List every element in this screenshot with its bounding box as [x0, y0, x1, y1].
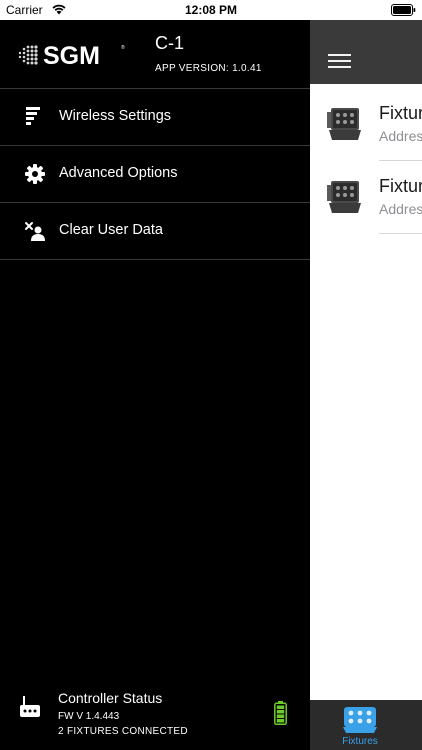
hamburger-menu-icon[interactable]: [328, 54, 352, 70]
divider: [0, 259, 310, 260]
drawer-header: SGM ® C-1 APP VERSION: 1.0.41: [0, 20, 310, 88]
menu-item-wireless-settings[interactable]: Wireless Settings: [0, 89, 310, 145]
app-version: APP VERSION: 1.0.41: [155, 63, 262, 74]
fixture-name: Fixtur: [379, 176, 422, 196]
battery-icon: [391, 4, 416, 16]
row-divider: [379, 233, 422, 234]
fixture-address: Addres: [379, 128, 422, 144]
menu-item-label: Wireless Settings: [59, 108, 172, 124]
tab-fixtures[interactable]: Fixtures: [339, 700, 381, 750]
fixture-light-icon: [327, 181, 361, 213]
fixture-light-icon: [327, 108, 361, 140]
clear-user-icon: [25, 222, 45, 241]
svg-text:®: ®: [121, 44, 125, 51]
sgm-logo: SGM ®: [18, 42, 125, 68]
gear-icon: [25, 164, 45, 184]
menu-item-label: Advanced Options: [59, 165, 178, 181]
menu-item-label: Clear User Data: [59, 222, 163, 238]
controller-status-title: Controller Status: [58, 690, 163, 706]
fixture-name: Fixtur: [379, 103, 422, 123]
menu-item-clear-user-data[interactable]: Clear User Data: [0, 203, 310, 259]
tab-fixtures-label: Fixtures: [342, 736, 378, 747]
fixture-list-item[interactable]: Fixtur Addres: [310, 161, 422, 234]
fixtures-tab-icon: [343, 707, 377, 733]
wireless-settings-icon: [26, 107, 40, 125]
fixture-address: Addres: [379, 201, 422, 217]
controller-battery-icon: [274, 701, 287, 725]
controller-status[interactable]: Controller Status FW V 1.4.443 2 FIXTURE…: [0, 684, 310, 750]
clock: 12:08 PM: [184, 3, 238, 17]
fixtures-connected-count: 2 FIXTURES CONNECTED: [58, 726, 188, 737]
svg-text:SGM: SGM: [43, 42, 100, 68]
status-bar: Carrier 12:08 PM: [0, 0, 422, 20]
tab-bar: Fixtures: [310, 700, 422, 750]
app-name: C-1: [155, 33, 185, 53]
menu-item-advanced-options[interactable]: Advanced Options: [0, 146, 310, 202]
controller-device-icon: [20, 696, 40, 717]
side-drawer: SGM ® C-1 APP VERSION: 1.0.41 Wireless S…: [0, 20, 310, 750]
fixture-list-item[interactable]: Fixtur Addres: [310, 88, 422, 161]
nav-bar: [310, 20, 422, 84]
firmware-version: FW V 1.4.443: [58, 711, 120, 722]
